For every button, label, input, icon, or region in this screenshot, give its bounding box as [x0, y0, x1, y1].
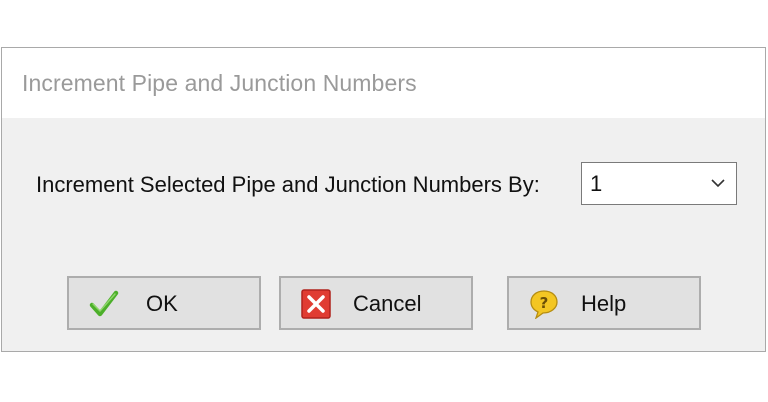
help-label: Help: [581, 291, 627, 316]
dialog-title: Increment Pipe and Junction Numbers: [22, 70, 417, 96]
increment-numbers-dialog: Increment Pipe and Junction Numbers Incr…: [1, 47, 766, 352]
cancel-label: Cancel: [353, 291, 422, 316]
red-x-icon: [301, 289, 331, 319]
help-button[interactable]: ? Help: [507, 276, 701, 330]
chevron-down-icon[interactable]: [710, 177, 726, 189]
ok-label: OK: [146, 291, 178, 316]
checkmark-icon: [89, 290, 119, 317]
increment-value: 1: [590, 171, 603, 196]
increment-value-combobox[interactable]: 1: [581, 162, 737, 205]
svg-text:?: ?: [540, 294, 549, 312]
increment-field-label: Increment Selected Pipe and Junction Num…: [36, 172, 540, 197]
cancel-button[interactable]: Cancel: [279, 276, 473, 330]
title-bar[interactable]: Increment Pipe and Junction Numbers: [2, 48, 765, 118]
ok-button[interactable]: OK: [67, 276, 261, 330]
question-bubble-icon: ?: [530, 290, 558, 319]
